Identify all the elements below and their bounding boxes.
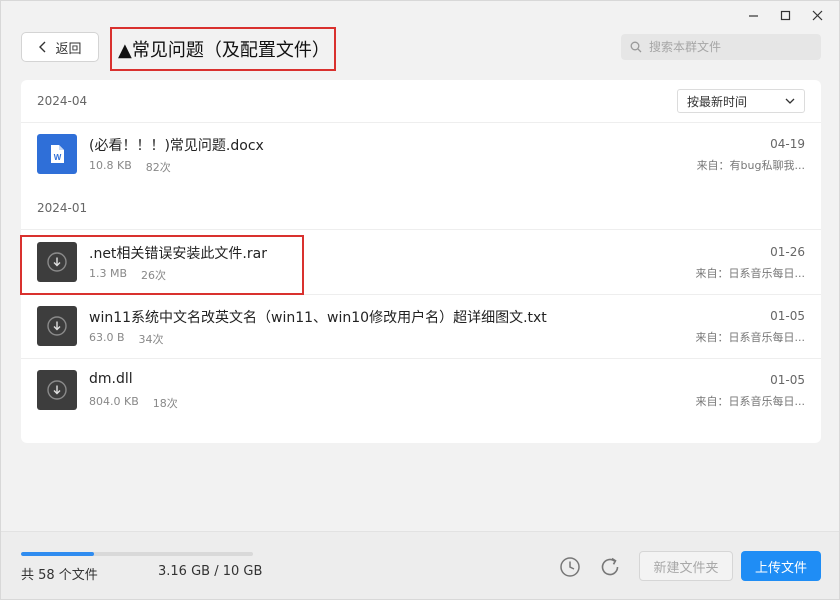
divider <box>1 531 839 532</box>
file-source: 来自：有bug私聊我... <box>696 159 805 172</box>
file-size: 63.0 B <box>89 331 125 344</box>
download-count: 18次 <box>152 397 178 410</box>
search-icon <box>630 41 642 53</box>
window-controls <box>733 5 829 25</box>
svg-text:W: W <box>54 153 62 162</box>
download-file-icon <box>37 242 77 282</box>
upload-file-button[interactable]: 上传文件 <box>741 551 821 581</box>
new-folder-button[interactable]: 新建文件夹 <box>639 551 733 581</box>
file-name: dm.dll <box>89 371 133 387</box>
file-name: win11系统中文名改英文名（win11、win10修改用户名）超详细图文.tx… <box>89 310 547 326</box>
refresh-icon[interactable] <box>599 556 621 578</box>
page-title-highlight: ▲常见问题（及配置文件） <box>110 27 336 71</box>
storage-usage: 3.16 GB / 10 GB <box>158 564 263 579</box>
maximize-icon[interactable] <box>773 5 797 25</box>
file-meta: 10.8 KB 82次 <box>89 159 171 175</box>
file-date: 04-19 <box>770 137 805 151</box>
storage-progress-bar <box>21 552 253 556</box>
file-size: 10.8 KB <box>89 159 132 172</box>
back-button-label: 返回 <box>55 41 82 57</box>
chevron-left-icon <box>39 41 46 53</box>
file-row[interactable]: dm.dll 804.0 KB 18次 01-05 来自：日系音乐每日... <box>21 358 821 422</box>
file-name: (必看！！！)常见问题.docx <box>89 138 264 154</box>
file-source: 来自：日系音乐每日... <box>695 395 806 408</box>
file-size: 1.3 MB <box>89 267 128 280</box>
download-count: 34次 <box>138 333 164 346</box>
search-box[interactable] <box>621 34 821 60</box>
minimize-icon[interactable] <box>741 5 765 25</box>
file-date: 01-05 <box>770 373 805 387</box>
history-icon[interactable] <box>559 556 581 578</box>
file-row[interactable]: W (必看！！！)常见问题.docx 10.8 KB 82次 04-19 来自：… <box>21 122 821 186</box>
file-meta: 1.3 MB 26次 <box>89 267 166 283</box>
file-name: .net相关错误安装此文件.rar <box>89 246 267 262</box>
file-row[interactable]: .net相关错误安装此文件.rar 1.3 MB 26次 01-26 来自：日系… <box>21 230 821 294</box>
group-label: 2024-04 <box>37 94 88 108</box>
download-file-icon <box>37 370 77 410</box>
page-title: ▲常见问题（及配置文件） <box>118 40 330 61</box>
file-count: 共 58 个文件 <box>21 568 98 583</box>
back-button[interactable]: 返回 <box>21 32 99 62</box>
file-meta: 63.0 B 34次 <box>89 331 164 347</box>
download-count: 26次 <box>141 269 167 282</box>
storage-progress-fill <box>21 552 95 556</box>
file-size: 804.0 KB <box>89 395 139 408</box>
sort-dropdown-label: 按最新时间 <box>687 94 748 109</box>
group-label: 2024-01 <box>37 201 88 215</box>
download-count: 82次 <box>145 161 171 174</box>
file-row[interactable]: win11系统中文名改英文名（win11、win10修改用户名）超详细图文.tx… <box>21 294 821 358</box>
word-doc-icon: W <box>37 134 77 174</box>
file-list-panel: 2024-04 按最新时间 W (必看！！！)常见问题.docx 10.8 KB… <box>21 80 821 443</box>
file-date: 01-05 <box>770 309 805 323</box>
file-source: 来自：日系音乐每日... <box>695 331 806 344</box>
file-source: 来自：日系音乐每日... <box>695 267 806 280</box>
chevron-down-icon <box>785 98 795 104</box>
close-icon[interactable] <box>805 5 829 25</box>
sort-dropdown[interactable]: 按最新时间 <box>677 89 805 113</box>
file-date: 01-26 <box>770 245 805 259</box>
download-file-icon <box>37 306 77 346</box>
file-meta: 804.0 KB 18次 <box>89 395 178 411</box>
search-input[interactable] <box>649 40 809 54</box>
